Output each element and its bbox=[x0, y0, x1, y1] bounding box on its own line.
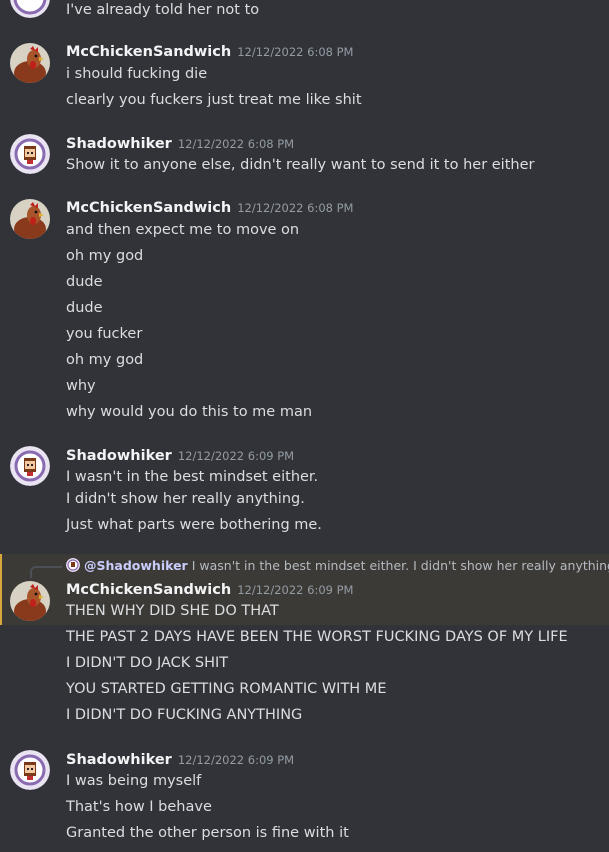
message-header: McChickenSandwich 12/12/2022 6:08 PM bbox=[66, 41, 353, 61]
message-line: I've already told her not to bbox=[66, 2, 260, 18]
message-header: Shadowhiker 12/12/2022 6:09 PM bbox=[66, 749, 294, 769]
avatar-shadowhiker[interactable] bbox=[10, 750, 50, 790]
avatar-mcchickensandwich[interactable] bbox=[10, 581, 50, 621]
avatar-mcchickensandwich[interactable] bbox=[10, 199, 50, 239]
avatar-shadowhiker-partial[interactable] bbox=[10, 0, 50, 18]
message-header: McChickenSandwich 12/12/2022 6:08 PM bbox=[66, 197, 353, 217]
avatar-shadowhiker[interactable] bbox=[10, 446, 50, 486]
astronaut-avatar-icon bbox=[10, 750, 50, 790]
message-line: why would you do this to me man bbox=[66, 404, 313, 420]
message-line: That's how I behave bbox=[66, 799, 212, 815]
message-line: oh my god bbox=[66, 248, 144, 264]
reply-highlight-bar bbox=[0, 554, 2, 625]
message-line: THE PAST 2 DAYS HAVE BEEN THE WORST FUCK… bbox=[66, 629, 568, 645]
message-line: THEN WHY DID SHE DO THAT bbox=[66, 603, 279, 619]
message-line: Granted the other person is fine with it bbox=[66, 825, 349, 841]
timestamp[interactable]: 12/12/2022 6:09 PM bbox=[237, 583, 353, 597]
message-line: I DIDN'T DO JACK SHIT bbox=[66, 655, 229, 671]
reply-text[interactable]: I wasn't in the best mindset either. I d… bbox=[192, 558, 609, 573]
author-name[interactable]: Shadowhiker bbox=[66, 136, 172, 152]
message-line: dude bbox=[66, 274, 103, 290]
message-line: you fucker bbox=[66, 326, 143, 342]
reply-preview[interactable]: @Shadowhiker I wasn't in the best mindset… bbox=[66, 558, 609, 574]
message-line: and then expect me to move on bbox=[66, 222, 300, 238]
message-line: Show it to anyone else, didn't really wa… bbox=[66, 157, 535, 173]
timestamp[interactable]: 12/12/2022 6:08 PM bbox=[237, 201, 353, 215]
message-header: Shadowhiker 12/12/2022 6:08 PM bbox=[66, 133, 294, 153]
message-line: YOU STARTED GETTING ROMANTIC WITH ME bbox=[66, 681, 387, 697]
reply-spine bbox=[30, 566, 62, 578]
rooster-avatar-icon bbox=[10, 199, 50, 239]
reply-avatar-icon bbox=[66, 558, 80, 572]
message-line: I was being myself bbox=[66, 773, 202, 789]
astronaut-avatar-icon bbox=[10, 134, 50, 174]
author-name[interactable]: McChickenSandwich bbox=[66, 582, 231, 598]
rooster-avatar-icon bbox=[10, 581, 50, 621]
message-line: oh my god bbox=[66, 352, 144, 368]
rooster-avatar-icon bbox=[10, 43, 50, 83]
message-line: Just what parts were bothering me. bbox=[66, 517, 322, 533]
timestamp[interactable]: 12/12/2022 6:09 PM bbox=[178, 753, 294, 767]
timestamp[interactable]: 12/12/2022 6:09 PM bbox=[178, 449, 294, 463]
avatar-mcchickensandwich[interactable] bbox=[10, 43, 50, 83]
message-line: i should fucking die bbox=[66, 66, 208, 82]
reply-mention[interactable]: @Shadowhiker bbox=[84, 558, 188, 573]
message-line: why bbox=[66, 378, 96, 394]
message-line: I wasn't in the best mindset either. bbox=[66, 469, 319, 485]
author-name[interactable]: Shadowhiker bbox=[66, 752, 172, 768]
author-name[interactable]: McChickenSandwich bbox=[66, 200, 231, 216]
author-name[interactable]: Shadowhiker bbox=[66, 448, 172, 464]
message-header: McChickenSandwich 12/12/2022 6:09 PM bbox=[66, 579, 353, 599]
timestamp[interactable]: 12/12/2022 6:08 PM bbox=[178, 137, 294, 151]
author-name[interactable]: McChickenSandwich bbox=[66, 44, 231, 60]
avatar-shadowhiker[interactable] bbox=[10, 134, 50, 174]
message-line: dude bbox=[66, 300, 103, 316]
message-line: I didn't show her really anything. bbox=[66, 491, 305, 507]
message-header: Shadowhiker 12/12/2022 6:09 PM bbox=[66, 445, 294, 465]
message-line: clearly you fuckers just treat me like s… bbox=[66, 92, 362, 108]
message-line: I DIDN'T DO FUCKING ANYTHING bbox=[66, 707, 303, 723]
astronaut-avatar-icon bbox=[10, 446, 50, 486]
timestamp[interactable]: 12/12/2022 6:08 PM bbox=[237, 45, 353, 59]
